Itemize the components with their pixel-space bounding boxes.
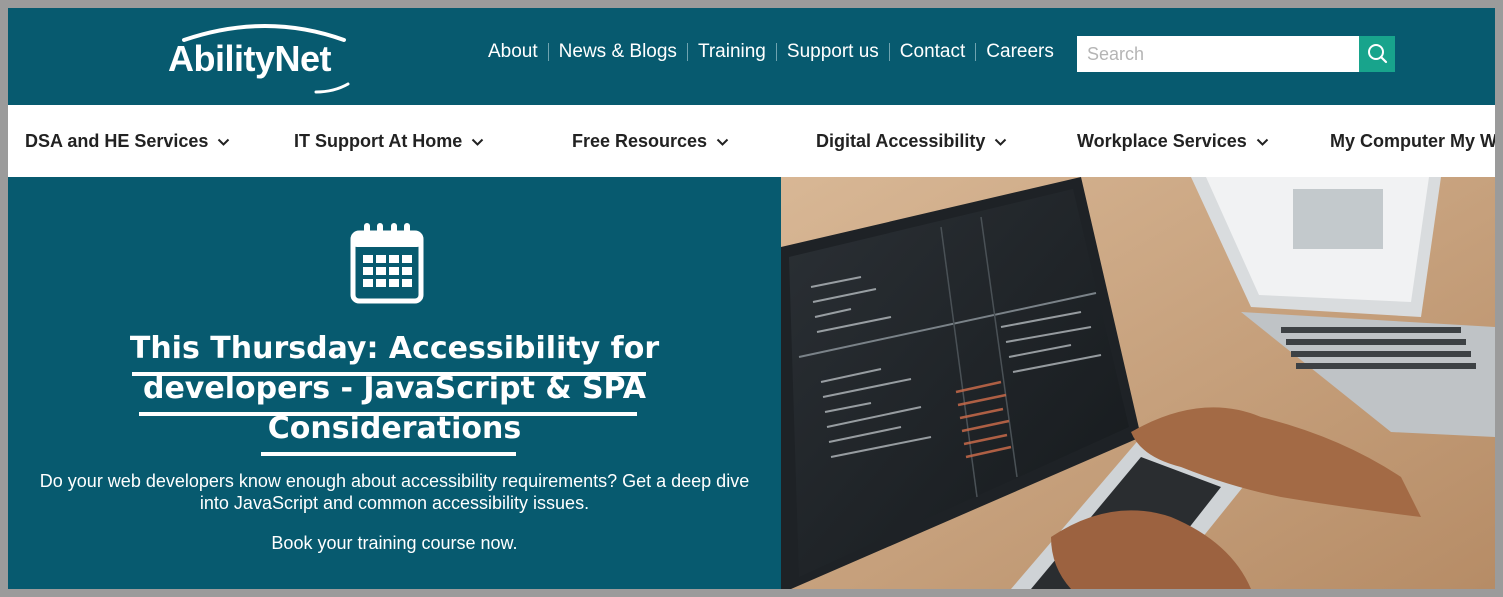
divider — [975, 43, 977, 61]
top-nav: About News & Blogs Training Support us C… — [488, 41, 1054, 63]
title-underline — [261, 452, 516, 456]
divider — [888, 43, 890, 61]
search-input[interactable] — [1077, 36, 1359, 72]
title-underline — [139, 412, 637, 416]
top-link-about[interactable]: About — [488, 41, 538, 63]
search-form — [1077, 36, 1395, 72]
nav-item-my-computer-my-way[interactable]: My Computer My Way — [1330, 105, 1495, 177]
hero-text-panel: This Thursday: Accessibility for develop… — [8, 177, 781, 589]
top-link-support-us[interactable]: Support us — [787, 41, 879, 63]
divider — [775, 43, 777, 61]
hero-title[interactable]: This Thursday: Accessibility for develop… — [8, 329, 781, 449]
site-logo[interactable]: AbilityNet — [166, 18, 366, 98]
site-header: AbilityNet About News & Blogs Training S… — [8, 8, 1495, 105]
chevron-down-icon — [1256, 138, 1268, 146]
nav-item-label: Workplace Services — [1077, 130, 1247, 151]
search-button[interactable] — [1359, 36, 1395, 72]
nav-item-label: IT Support At Home — [294, 130, 463, 151]
main-nav: DSA and HE Services IT Support At Home F… — [8, 105, 1495, 177]
hero-image — [781, 177, 1495, 589]
top-link-contact[interactable]: Contact — [900, 41, 965, 63]
nav-item-digital-accessibility[interactable]: Digital Accessibility — [816, 105, 1007, 177]
nav-item-label: Free Resources — [572, 130, 708, 151]
top-link-careers[interactable]: Careers — [986, 41, 1054, 63]
chevron-down-icon — [995, 138, 1007, 146]
logo-text: AbilityNet — [168, 38, 332, 79]
nav-item-free-resources[interactable]: Free Resources — [572, 105, 729, 177]
laptop-photo-illustration — [781, 177, 1495, 589]
hero-title-line: This Thursday: Accessibility for — [129, 331, 660, 366]
divider — [547, 43, 549, 61]
title-underline — [132, 372, 646, 376]
hero-description: Do your web developers know enough about… — [39, 471, 750, 513]
top-link-training[interactable]: Training — [698, 41, 766, 63]
search-icon — [1368, 44, 1388, 64]
top-link-news-blogs[interactable]: News & Blogs — [559, 41, 677, 63]
calendar-icon — [350, 223, 424, 304]
chevron-down-icon — [218, 138, 230, 146]
nav-item-it-support-at-home[interactable]: IT Support At Home — [294, 105, 484, 177]
chevron-down-icon — [472, 138, 484, 146]
divider — [686, 43, 688, 61]
nav-item-label: My Computer My Way — [1330, 130, 1495, 151]
nav-item-dsa-he-services[interactable]: DSA and HE Services — [25, 105, 230, 177]
nav-item-label: DSA and HE Services — [25, 130, 209, 151]
nav-item-label: Digital Accessibility — [816, 130, 986, 151]
chevron-down-icon — [716, 138, 729, 146]
nav-item-workplace-services[interactable]: Workplace Services — [1077, 105, 1269, 177]
hero-cta-text[interactable]: Book your training course now. — [8, 533, 781, 554]
page: AbilityNet About News & Blogs Training S… — [8, 8, 1495, 589]
